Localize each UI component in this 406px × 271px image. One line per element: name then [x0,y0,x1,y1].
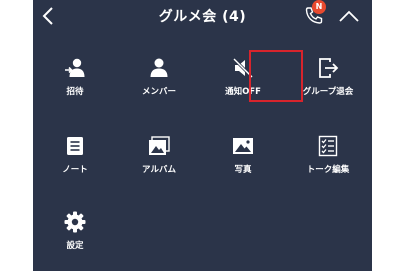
highlight-box [249,50,303,102]
add-person-icon [63,56,87,80]
notification-badge: N [312,0,326,14]
chevron-up-icon [339,10,359,22]
album-icon [147,134,171,158]
menu-item-album[interactable]: アルバム [124,134,194,194]
menu-item-settings[interactable]: 設定 [40,210,110,270]
menu-item-edit-chat[interactable]: トーク編集 [293,134,363,194]
note-icon [63,134,87,158]
menu-item-invite[interactable]: 招待 [40,56,110,116]
menu-item-label: アルバム [142,165,176,175]
menu-item-leave-group[interactable]: グループ退会 [293,56,363,116]
menu-item-label: 写真 [234,165,252,175]
menu-item-label: トーク編集 [306,165,350,175]
collapse-button[interactable] [338,8,360,24]
edit-list-icon [316,134,340,158]
person-icon [147,56,171,80]
menu-item-label: メンバー [141,87,176,97]
menu-item-label: 招待 [66,87,84,97]
photo-icon [231,134,255,158]
menu-item-label: グループ退会 [302,87,354,97]
menu-item-note[interactable]: ノート [40,134,110,194]
group-menu-panel: グルメ会 (4) N 招待 メンバー 通知OFF グループ退会 ノート アルバム… [33,0,372,271]
header-bar: グルメ会 (4) N [33,0,372,33]
menu-item-label: 設定 [66,241,84,251]
menu-item-photos[interactable]: 写真 [208,134,278,194]
gear-icon [63,210,87,234]
exit-icon [316,56,340,80]
menu-item-members[interactable]: メンバー [124,56,194,116]
menu-item-label: ノート [62,165,88,175]
